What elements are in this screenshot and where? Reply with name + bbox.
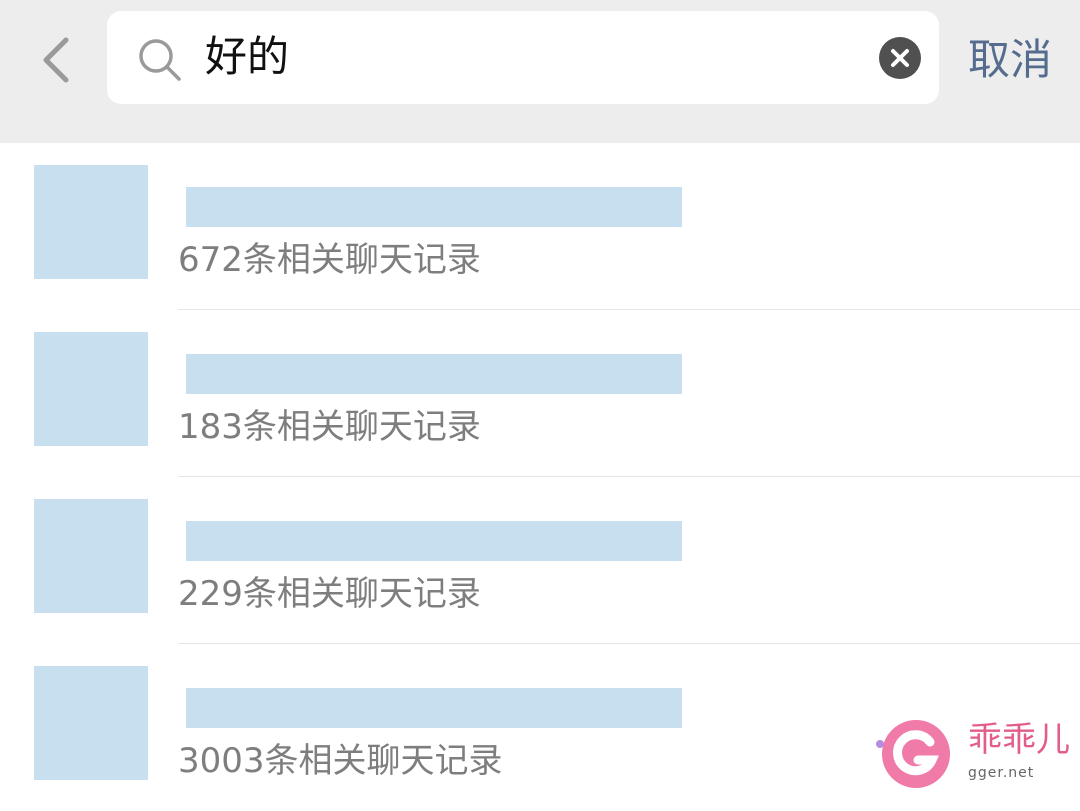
chat-name-redacted <box>180 678 700 738</box>
search-input[interactable]: 好的 <box>205 29 289 85</box>
list-item[interactable]: 672条相关聊天记录 <box>0 143 1080 310</box>
redaction-bar <box>186 521 682 561</box>
chat-name-redacted <box>180 344 700 404</box>
avatar <box>34 499 148 613</box>
redaction-bar <box>186 187 682 227</box>
avatar <box>34 165 148 279</box>
watermark: 乖乖儿 gger.net <box>872 714 1077 792</box>
match-count: 183条相关聊天记录 <box>178 407 481 447</box>
watermark-text: 乖乖儿 <box>968 720 1070 760</box>
clear-circle-icon[interactable] <box>879 37 921 79</box>
chevron-left-icon[interactable] <box>28 32 84 88</box>
search-box[interactable]: 好的 <box>107 11 939 104</box>
list-item[interactable]: 183条相关聊天记录 <box>0 310 1080 477</box>
search-header: 好的 取消 <box>0 0 1080 143</box>
match-count: 3003条相关聊天记录 <box>178 741 503 781</box>
avatar <box>34 666 148 780</box>
search-results-list: 672条相关聊天记录 183条相关聊天记录 229条相关聊天记录 3003条相关… <box>0 143 1080 811</box>
list-item[interactable]: 229条相关聊天记录 <box>0 477 1080 644</box>
redaction-bar <box>186 688 682 728</box>
chat-name-redacted <box>180 511 700 571</box>
avatar <box>34 332 148 446</box>
match-count: 672条相关聊天记录 <box>178 240 481 280</box>
chat-name-redacted <box>180 177 700 237</box>
search-icon <box>139 39 181 81</box>
watermark-logo-icon <box>876 720 950 788</box>
match-count: 229条相关聊天记录 <box>178 574 481 614</box>
redaction-bar <box>186 354 682 394</box>
watermark-domain: gger.net <box>968 765 1035 781</box>
cancel-button[interactable]: 取消 <box>968 30 1052 90</box>
